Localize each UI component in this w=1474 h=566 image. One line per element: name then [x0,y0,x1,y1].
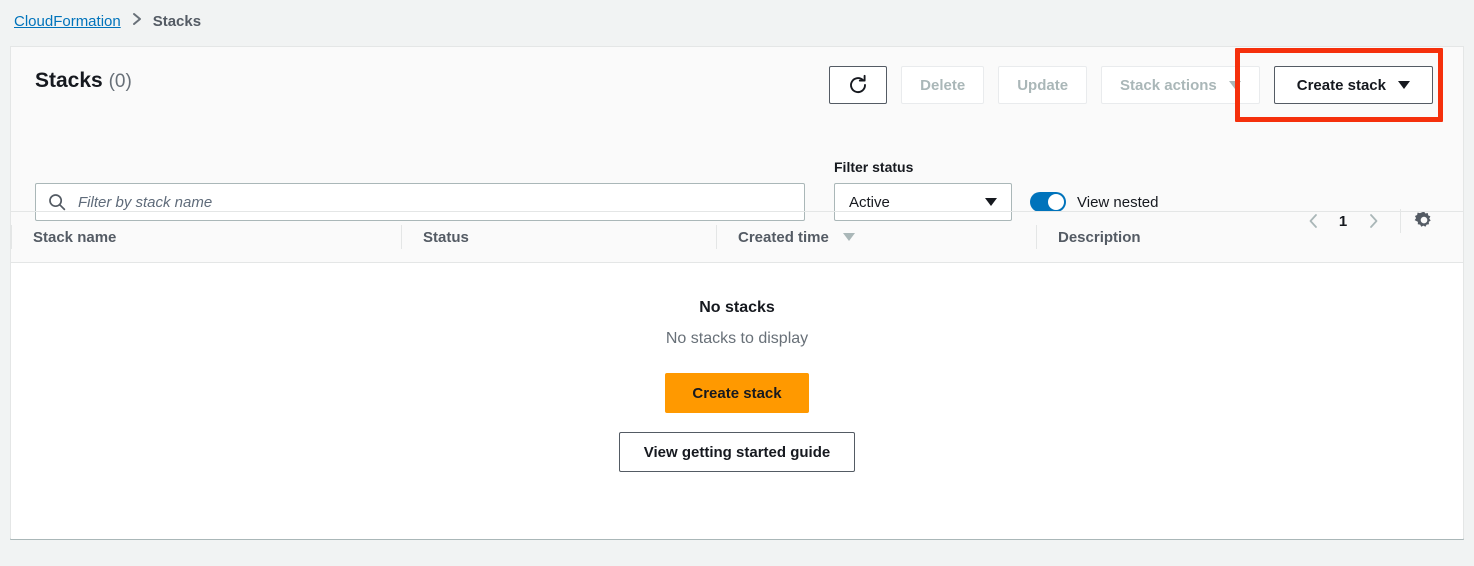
column-header-label: Status [423,228,469,246]
view-getting-started-guide-button[interactable]: View getting started guide [618,432,856,472]
column-divider [716,225,717,249]
search-input[interactable] [76,192,792,212]
column-divider [401,225,402,249]
column-header-status[interactable]: Status [401,211,716,263]
column-header-label: Created time [738,228,829,246]
toggle-switch[interactable] [1030,192,1066,212]
breadcrumb: CloudFormation Stacks [14,0,201,42]
search-icon [49,194,66,211]
update-button[interactable]: Update [998,66,1088,104]
table-body: No stacks No stacks to display Create st… [11,263,1463,539]
chevron-down-icon [985,198,997,206]
chevron-down-icon [1228,81,1241,89]
card-header: Stacks (0) Delete Update Stack actions C… [11,47,1463,122]
sort-descending-icon [842,233,855,241]
stacks-card: Stacks (0) Delete Update Stack actions C… [10,46,1464,540]
filter-status-label: Filter status [834,159,914,175]
empty-state-subtitle: No stacks to display [665,330,809,347]
stack-actions-label: Stack actions [1120,76,1217,94]
page-title: Stacks (0) [35,69,132,93]
breadcrumb-current-stacks: Stacks [152,12,202,30]
create-stack-primary-button[interactable]: Create stack [665,373,809,413]
empty-state-title: No stacks [699,299,775,316]
empty-state: No stacks No stacks to display Create st… [11,299,1463,472]
filter-row: Filter status Active View nested 1 [11,119,1463,233]
refresh-icon [850,74,867,94]
column-divider [1036,225,1037,249]
stack-actions-button[interactable]: Stack actions [1101,66,1260,104]
delete-button[interactable]: Delete [901,66,985,104]
column-header-description[interactable]: Description [1036,211,1336,263]
filter-status-value: Active [849,193,890,211]
view-nested-label: View nested [1077,193,1159,211]
create-stack-label: Create stack [1296,76,1386,94]
stacks-toolbar: Delete Update Stack actions Create stack [829,66,1433,104]
column-divider [11,225,12,249]
chevron-down-icon [1398,81,1410,89]
table-header-row: Stack name Status Created time Descripti… [11,211,1463,263]
cloudformation-stacks-page: CloudFormation Stacks Stacks (0) Delete … [0,0,1474,566]
chevron-right-icon [132,13,141,25]
page-title-count: (0) [108,71,132,92]
column-header-stack-name[interactable]: Stack name [11,211,401,263]
page-title-text: Stacks [35,69,103,92]
breadcrumb-separator-icon [131,12,143,30]
create-stack-dropdown-button[interactable]: Create stack [1273,66,1433,104]
column-header-label: Description [1058,228,1141,246]
breadcrumb-link-cloudformation[interactable]: CloudFormation [14,13,121,30]
column-header-label: Stack name [33,228,117,246]
refresh-button[interactable] [829,66,888,104]
column-header-created-time[interactable]: Created time [716,211,1036,263]
